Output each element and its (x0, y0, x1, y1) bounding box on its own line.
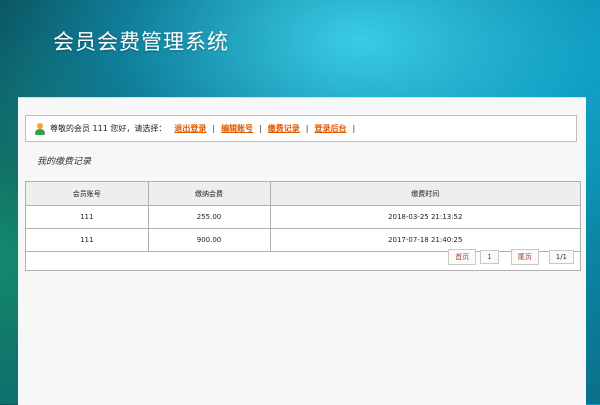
column-header-account: 会员账号 (26, 182, 149, 206)
cell-time: 2018-03-25 21:13:52 (270, 205, 580, 229)
edit-account-link[interactable]: 编辑账号 (221, 123, 253, 134)
logout-link[interactable]: 退出登录 (174, 123, 206, 134)
cell-fee: 255.00 (148, 205, 271, 229)
main-panel: 尊敬的会员 111 您好，请选择： 退出登录 | 编辑账号 | 缴费记录 | 登… (18, 97, 586, 405)
separator: | (259, 124, 262, 133)
column-header-fee: 缴纳会费 (148, 182, 271, 206)
app-title: 会员会费管理系统 (53, 30, 229, 54)
separator: | (305, 124, 309, 133)
first-page-button[interactable]: 首页 (448, 249, 477, 265)
separator: | (212, 124, 216, 133)
greeting-text: 尊敬的会员 111 您好，请选择： (50, 124, 167, 133)
admin-login-link[interactable]: 登录后台 (314, 123, 346, 134)
cell-account: 111 (26, 205, 149, 229)
records-table: 会员账号 缴纳会费 缴费时间 111 255.00 2018-03-25 21:… (25, 181, 581, 271)
separator: | (352, 124, 356, 133)
last-page-button[interactable]: 尾页 (510, 249, 539, 265)
page-number-button[interactable]: 1 (480, 250, 499, 264)
cell-account: 111 (26, 228, 149, 252)
cell-fee: 900.00 (148, 228, 271, 252)
pagination: 首页 1 尾页 1/1 (448, 249, 574, 265)
section-title: 我的缴费记录 (37, 157, 92, 167)
table-header-row: 会员账号 缴纳会费 缴费时间 (26, 182, 580, 206)
page-count: 1/1 (548, 250, 574, 264)
table-row: 111 255.00 2018-03-25 21:13:52 (26, 205, 580, 229)
column-header-time: 缴费时间 (270, 182, 580, 206)
payment-records-link[interactable]: 缴费记录 (268, 123, 300, 134)
user-icon (34, 122, 46, 135)
user-bar: 尊敬的会员 111 您好，请选择： 退出登录 | 编辑账号 | 缴费记录 | 登… (25, 115, 577, 142)
